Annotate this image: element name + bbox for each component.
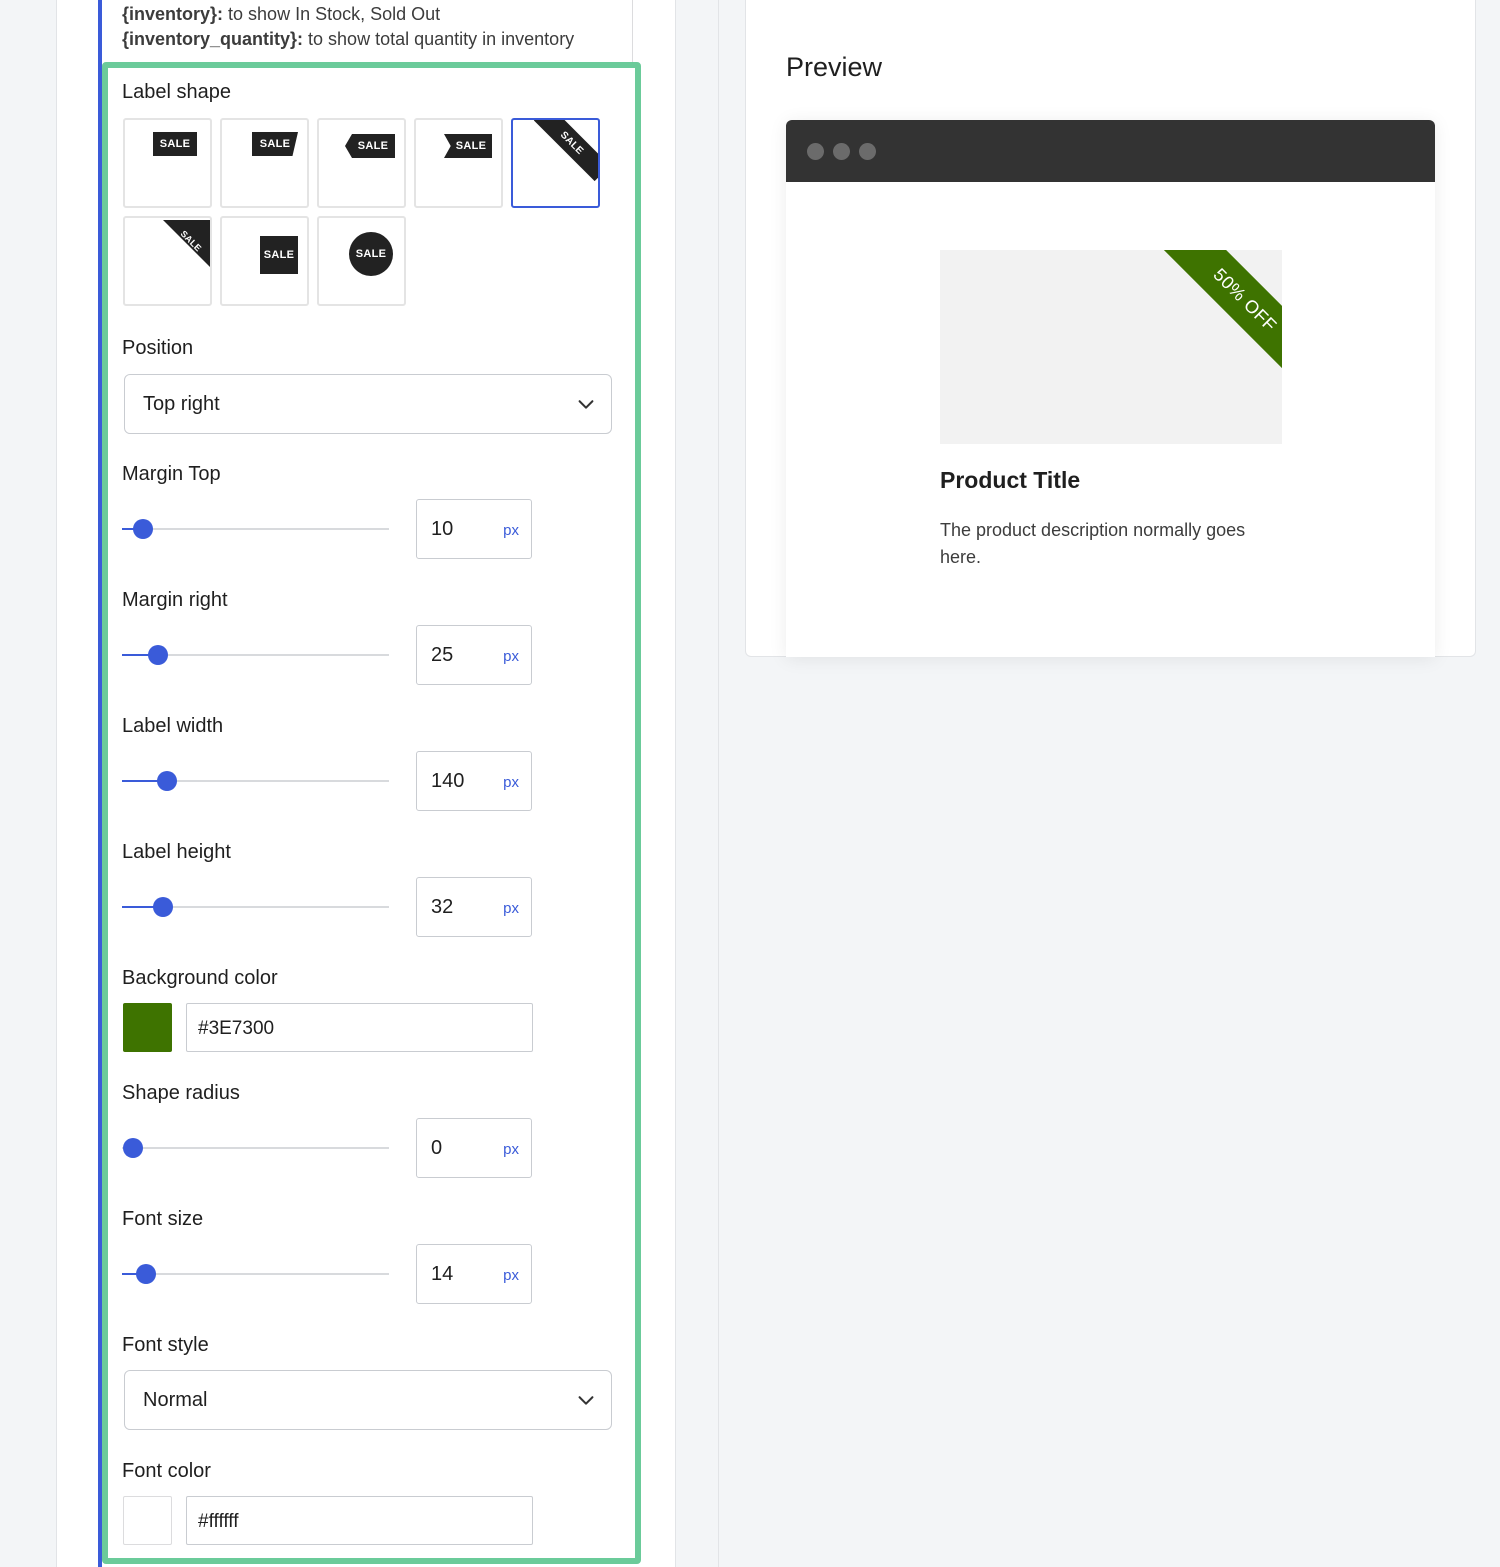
font-style-label: Font style: [122, 1334, 209, 1356]
margin-top-value: 10: [431, 518, 454, 540]
window-dot-icon: [833, 143, 850, 160]
chevron-down-icon: [578, 400, 594, 409]
shape-radius-value: 0: [431, 1137, 443, 1159]
font-size-label: Font size: [122, 1208, 204, 1230]
discount-ribbon: 50% OFF: [1158, 250, 1282, 387]
font-color-label: Font color: [122, 1460, 211, 1482]
margin-top-input[interactable]: 10 px: [416, 499, 532, 559]
shape-radius-input[interactable]: 0 px: [416, 1118, 532, 1178]
shape-option-square[interactable]: SALE: [220, 216, 309, 306]
unit-label: px: [503, 774, 519, 791]
label-width-value: 140: [431, 770, 465, 792]
margin-right-value: 25: [431, 644, 454, 666]
font-size-slider[interactable]: [122, 1264, 389, 1284]
position-selected-value: Top right: [143, 393, 220, 415]
background-color-label: Background color: [122, 967, 278, 989]
browser-title-bar: [786, 120, 1435, 182]
sale-tag: SALE: [260, 236, 298, 274]
slider-thumb[interactable]: [157, 771, 177, 791]
label-height-slider[interactable]: [122, 897, 389, 917]
slider-thumb[interactable]: [153, 897, 173, 917]
label-shape-label: Label shape: [122, 81, 231, 103]
sale-tag: SALE: [345, 134, 395, 158]
sale-tag: SALE: [444, 134, 492, 158]
background-color-value: #3E7300: [198, 1018, 275, 1039]
shape-option-slanted[interactable]: SALE: [220, 118, 309, 208]
shape-option-circle[interactable]: SALE: [317, 216, 406, 306]
label-width-input[interactable]: 140 px: [416, 751, 532, 811]
shape-option-rectangle[interactable]: SALE: [123, 118, 212, 208]
label-height-value: 32: [431, 896, 454, 918]
unit-label: px: [503, 900, 519, 917]
slider-thumb[interactable]: [133, 519, 153, 539]
product-title: Product Title: [940, 467, 1081, 493]
shape-radius-slider[interactable]: [122, 1138, 389, 1158]
product-image-placeholder: 50% OFF: [940, 250, 1282, 444]
unit-label: px: [503, 1141, 519, 1158]
label-height-input[interactable]: 32 px: [416, 877, 532, 937]
shape-option-corner-triangle[interactable]: SALE: [123, 216, 212, 306]
help-line-inventory-quantity: {inventory_quantity}: to show total quan…: [122, 29, 575, 49]
product-description: The product description normally goes he…: [940, 520, 1246, 567]
shape-option-ribbon-corner[interactable]: SALE: [511, 118, 600, 208]
slider-thumb[interactable]: [123, 1138, 143, 1158]
shape-radius-label: Shape radius: [122, 1082, 240, 1104]
window-dot-icon: [807, 143, 824, 160]
margin-right-input[interactable]: 25 px: [416, 625, 532, 685]
slider-thumb[interactable]: [136, 1264, 156, 1284]
unit-label: px: [503, 522, 519, 539]
font-size-input[interactable]: 14 px: [416, 1244, 532, 1304]
margin-top-label: Margin Top: [122, 463, 221, 485]
font-color-swatch[interactable]: [123, 1496, 172, 1545]
sale-tag: SALE: [349, 232, 393, 276]
shape-option-tag-notch[interactable]: SALE: [414, 118, 503, 208]
window-dot-icon: [859, 143, 876, 160]
chevron-down-icon: [578, 1396, 594, 1405]
position-select[interactable]: Top right: [124, 374, 612, 434]
shape-option-tag-left[interactable]: SALE: [317, 118, 406, 208]
font-style-select[interactable]: Normal: [124, 1370, 612, 1430]
unit-label: px: [503, 1267, 519, 1284]
slider-thumb[interactable]: [148, 645, 168, 665]
font-size-value: 14: [431, 1263, 454, 1285]
column-divider: [718, 0, 719, 1567]
sale-tag: SALE: [252, 132, 298, 156]
background-color-swatch[interactable]: [123, 1003, 172, 1052]
label-height-label: Label height: [122, 841, 231, 863]
help-line-inventory: {inventory}: to show In Stock, Sold Out: [122, 4, 441, 24]
font-style-selected-value: Normal: [143, 1389, 208, 1411]
sale-tag: SALE: [153, 132, 197, 156]
position-label: Position: [122, 337, 194, 359]
label-width-slider[interactable]: [122, 771, 389, 791]
label-width-label: Label width: [122, 715, 224, 737]
margin-top-slider[interactable]: [122, 519, 389, 539]
font-color-input[interactable]: #ffffff: [186, 1496, 533, 1545]
sale-ribbon: SALE: [533, 120, 598, 182]
margin-right-slider[interactable]: [122, 645, 389, 665]
margin-right-label: Margin right: [122, 589, 228, 611]
preview-title: Preview: [786, 52, 883, 82]
background-color-input[interactable]: #3E7300: [186, 1003, 533, 1052]
unit-label: px: [503, 648, 519, 665]
font-color-value: #ffffff: [198, 1511, 239, 1532]
